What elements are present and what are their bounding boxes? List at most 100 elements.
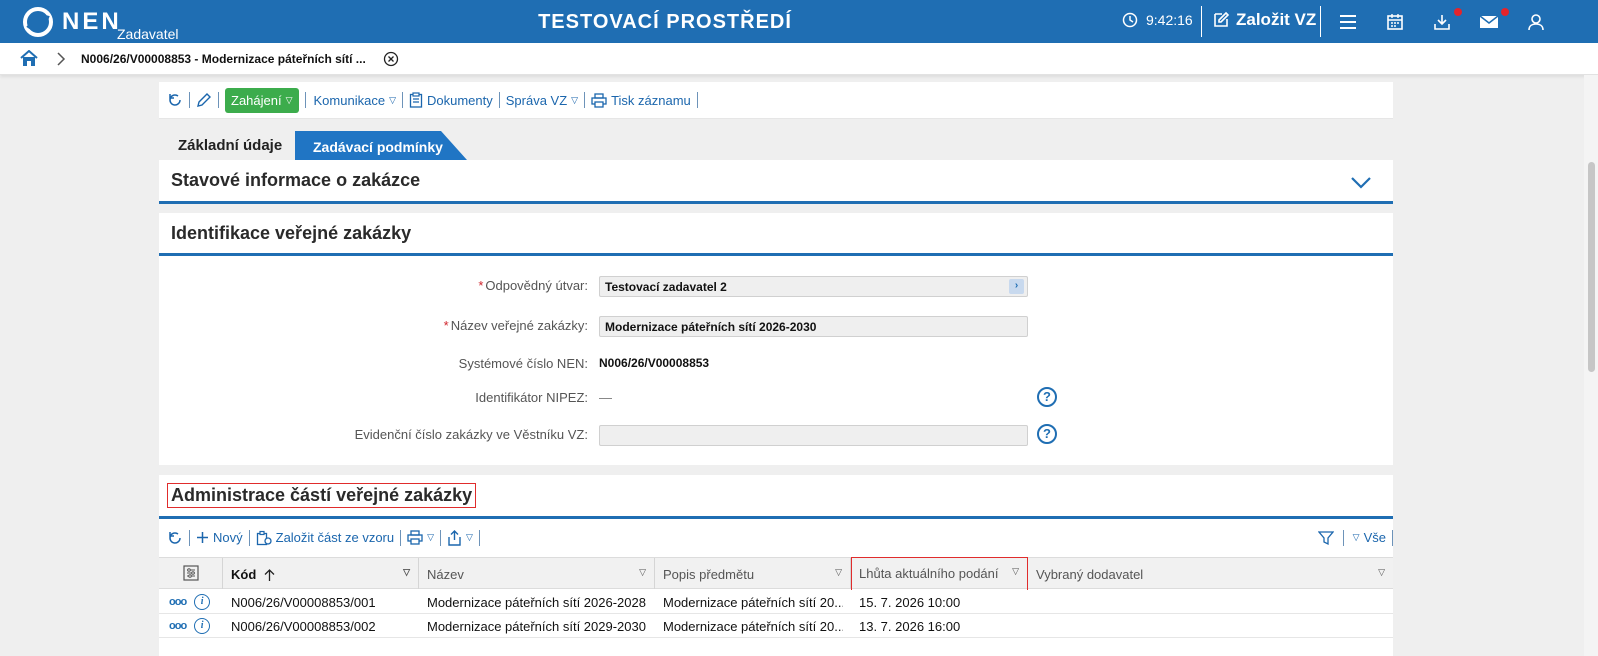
scrollbar-thumb[interactable] — [1588, 162, 1595, 372]
divider — [696, 92, 698, 108]
dropdown-arrow-icon: ▽ — [1352, 532, 1360, 542]
form-row-vestnik: Evidenční číslo zakázky ve Věstníku VZ: … — [159, 424, 1393, 446]
column-header-popis[interactable]: Popis předmětu ▽ — [655, 558, 851, 589]
create-vz-label: Založit VZ — [1236, 10, 1317, 29]
tab-basic-info[interactable]: Základní údaje — [159, 129, 309, 160]
refresh-icon[interactable] — [167, 92, 183, 108]
clock-time: 9:42:16 — [1146, 12, 1193, 28]
table-row[interactable]: ooo i N006/26/V00008853/001 Modernizace … — [159, 590, 1393, 614]
column-header-lhuta[interactable]: Lhůta aktuálního podání ▽ — [851, 557, 1028, 591]
sprava-vz-menu[interactable]: Správa VZ ▽ — [506, 93, 578, 108]
user-icon[interactable] — [1525, 11, 1547, 33]
calendar-icon[interactable] — [1384, 11, 1406, 33]
divider — [248, 529, 250, 546]
chevron-right-icon[interactable]: › — [1009, 279, 1024, 294]
table-row[interactable]: ooo i N006/26/V00008853/002 Modernizace … — [159, 614, 1393, 638]
help-icon[interactable]: ? — [1037, 424, 1057, 444]
settings-sliders-icon — [183, 565, 199, 581]
create-vz-button[interactable]: Založit VZ — [1212, 10, 1316, 30]
home-icon[interactable] — [20, 50, 38, 67]
status-section-title: Stavové informace o zakázce — [171, 170, 421, 190]
status-section-header[interactable]: Stavové informace o zakázce — [159, 160, 1393, 204]
unit-field[interactable]: Testovací zadavatel 2 › — [599, 276, 1028, 297]
table-toolbar: Nový Založit část ze vzoru ▽ ▽ ▽ Vše — [159, 520, 1393, 555]
administration-section-header: Administrace částí veřejné zakázky — [159, 475, 1393, 519]
column-filter-icon[interactable]: ▽ — [835, 567, 842, 578]
dropdown-arrow-icon: ▽ — [389, 94, 396, 105]
column-filter-icon[interactable]: ▽ — [1378, 567, 1385, 578]
vestnik-field[interactable] — [599, 425, 1028, 446]
column-lhuta-label: Lhůta aktuálního podání — [859, 566, 999, 581]
column-header-kod[interactable]: Kód ▽ — [223, 558, 419, 589]
print-menu[interactable]: ▽ — [407, 530, 434, 545]
help-icon[interactable]: ? — [1037, 387, 1057, 407]
dropdown-arrow-icon: ▽ — [427, 532, 435, 542]
unit-label: * Odpovědný útvar: — [478, 278, 588, 293]
row-kod: N006/26/V00008853/002 — [231, 619, 376, 634]
divider — [1392, 529, 1393, 546]
create-from-template-label: Založit část ze vzoru — [275, 530, 395, 545]
zahajeni-button[interactable]: Zahájení ▽ — [225, 87, 299, 113]
chevron-right-icon — [57, 52, 66, 66]
name-label: * Název veřejné zakázky: — [444, 318, 588, 333]
all-filter-dropdown[interactable]: ▽ Vše — [1353, 530, 1386, 545]
export-menu[interactable]: ▽ — [447, 529, 473, 546]
system-number-label: Systémové číslo NEN: — [458, 356, 588, 371]
required-marker: * — [443, 318, 449, 333]
form-row-unit: * Odpovědný útvar: Testovací zadavatel 2 … — [159, 276, 1393, 297]
chevron-down-icon[interactable] — [1351, 177, 1371, 189]
row-actions: ooo i — [169, 618, 211, 634]
close-tab-icon[interactable] — [383, 51, 399, 67]
divider — [440, 529, 442, 546]
nipez-value: — — [599, 390, 612, 405]
unit-label-text: Odpovědný útvar: — [485, 278, 588, 293]
dropdown-arrow-icon: ▽ — [285, 94, 293, 105]
column-header-nazev[interactable]: Název ▽ — [419, 558, 655, 589]
row-lhuta: 15. 7. 2026 10:00 — [859, 595, 961, 610]
mail-icon[interactable] — [1478, 11, 1500, 33]
breadcrumb-current[interactable]: N006/26/V00008853 - Modernizace páteřníc… — [81, 52, 366, 66]
zahajeni-label: Zahájení — [231, 92, 282, 108]
tisk-zaznamu-button[interactable]: Tisk záznamu — [591, 93, 691, 108]
table-header: Kód ▽ Název ▽ Popis předmětu ▽ Lhůta akt… — [159, 557, 1393, 591]
pencil-icon[interactable] — [196, 92, 212, 108]
divider — [1342, 529, 1344, 546]
info-icon[interactable]: i — [194, 618, 211, 634]
tab-procurement-conditions[interactable]: Zadávací podmínky — [295, 131, 467, 160]
dokumenty-button[interactable]: Dokumenty — [409, 92, 493, 108]
column-filter-icon[interactable]: ▽ — [403, 567, 410, 578]
sprava-vz-label: Správa VZ — [505, 92, 568, 108]
komunikace-menu[interactable]: Komunikace ▽ — [314, 93, 396, 108]
template-icon — [256, 530, 272, 545]
divider — [304, 92, 306, 108]
more-options-icon[interactable]: ooo — [169, 620, 187, 632]
procurement-name-field[interactable]: Modernizace páteřních sítí 2026-2030 — [599, 316, 1028, 337]
tisk-label: Tisk záznamu — [611, 92, 691, 108]
session-clock: 9:42:16 — [1122, 12, 1193, 28]
column-filter-icon[interactable]: ▽ — [1012, 566, 1019, 577]
column-filter-icon[interactable]: ▽ — [639, 567, 646, 578]
filter-icon[interactable] — [1317, 530, 1334, 546]
more-options-icon[interactable]: ooo — [169, 596, 187, 608]
column-dodavatel-label: Vybraný dodavatel — [1036, 567, 1144, 582]
komunikace-label: Komunikace — [313, 92, 386, 108]
menu-icon[interactable] — [1337, 11, 1359, 33]
column-settings-button[interactable] — [159, 558, 223, 589]
notification-dot — [1454, 8, 1462, 16]
info-icon[interactable]: i — [194, 594, 211, 610]
table-filter-group: ▽ Vše — [1317, 520, 1393, 555]
new-part-button[interactable]: Nový — [196, 530, 243, 545]
new-part-label: Nový — [213, 530, 243, 545]
column-header-dodavatel[interactable]: Vybraný dodavatel ▽ — [1028, 558, 1393, 589]
export-icon — [448, 529, 461, 546]
create-from-template-button[interactable]: Založit část ze vzoru — [256, 530, 395, 546]
form-row-system-number: Systémové číslo NEN: N006/26/V00008853 — [159, 354, 1393, 374]
refresh-icon[interactable] — [167, 530, 183, 546]
dropdown-arrow-icon: ▽ — [466, 532, 473, 542]
printer-icon — [591, 92, 607, 108]
dokumenty-label: Dokumenty — [426, 92, 493, 108]
row-popis: Modernizace páteřních sítí 20... — [663, 619, 843, 634]
column-nazev-label: Název — [427, 567, 464, 582]
unit-value: Testovací zadavatel 2 — [605, 280, 727, 294]
download-icon[interactable] — [1431, 11, 1453, 33]
